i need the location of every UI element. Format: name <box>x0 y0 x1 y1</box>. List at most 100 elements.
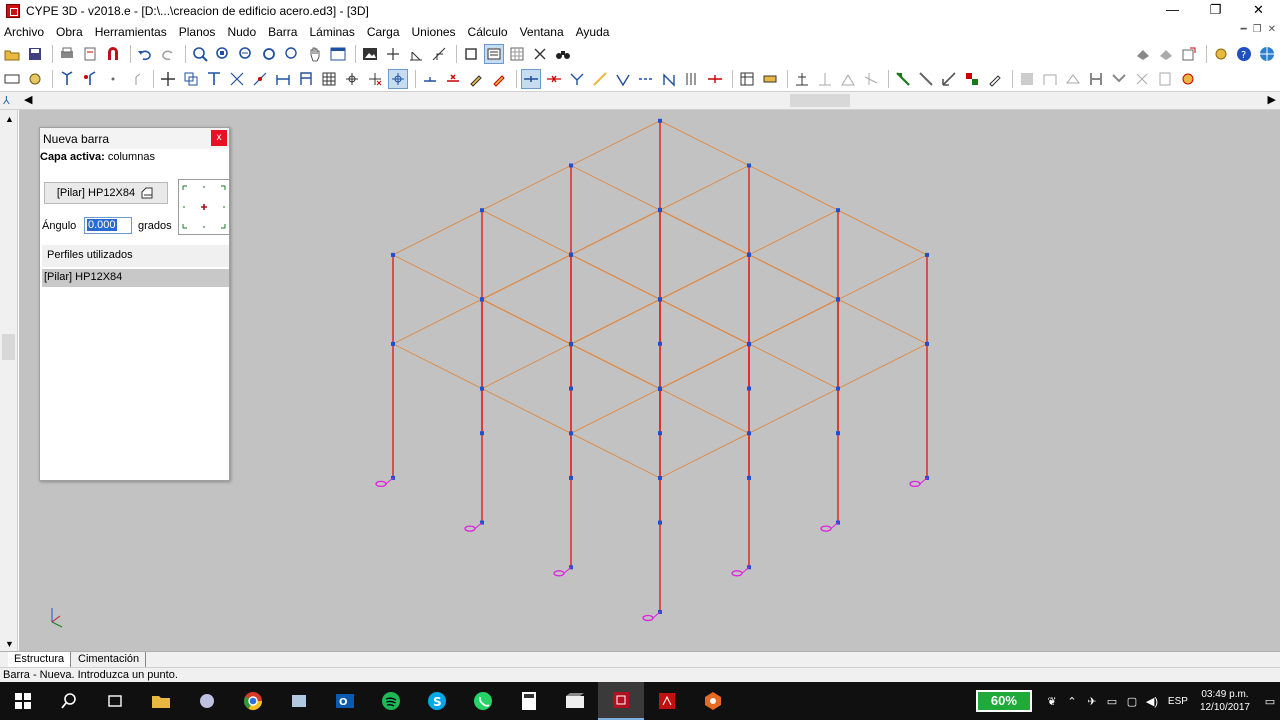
vertical-scrollbar[interactable]: ▲ ▼ <box>0 110 18 651</box>
menu-nudo[interactable]: Nudo <box>221 25 262 39</box>
menu-ventana[interactable]: Ventana <box>514 25 570 39</box>
zoom-all-icon[interactable] <box>213 44 233 64</box>
clock[interactable]: 03:49 p.m. 12/10/2017 <box>1200 688 1250 714</box>
keyboard-icon[interactable] <box>2 69 22 89</box>
node-select-icon[interactable] <box>342 69 362 89</box>
mdi-restore-icon[interactable]: ❐ <box>1253 24 1262 35</box>
node[interactable] <box>569 342 573 347</box>
buckling-alt-icon[interactable] <box>815 69 835 89</box>
refresh-icon[interactable] <box>259 44 279 64</box>
beam[interactable] <box>392 298 483 345</box>
pan-hand-icon[interactable] <box>305 44 325 64</box>
plane-icon[interactable] <box>406 44 426 64</box>
beam[interactable] <box>748 343 839 390</box>
scroll-down-icon[interactable]: ▼ <box>5 639 14 649</box>
axis-x[interactable] <box>51 621 63 628</box>
beam[interactable] <box>659 299 750 345</box>
bar-node-icon[interactable] <box>420 69 440 89</box>
mdi-close-icon[interactable]: ✕ <box>1268 24 1276 35</box>
profile-table-icon[interactable] <box>737 69 757 89</box>
scissors-icon[interactable] <box>530 44 550 64</box>
beam[interactable] <box>748 388 839 434</box>
bar-group-icon[interactable] <box>659 69 679 89</box>
node-edit-icon[interactable] <box>80 69 100 89</box>
node-settings-icon[interactable] <box>25 69 45 89</box>
beam[interactable] <box>837 209 928 256</box>
node[interactable] <box>480 431 484 436</box>
node[interactable] <box>658 297 662 302</box>
node[interactable] <box>569 252 573 257</box>
notifications-icon[interactable]: ▭ <box>1260 695 1280 708</box>
feather-icon[interactable]: ❦ <box>1042 695 1062 708</box>
movie-maker-icon[interactable] <box>552 682 598 720</box>
bar-describe-icon[interactable] <box>521 68 541 89</box>
beam[interactable] <box>748 299 839 345</box>
menu-archivo[interactable]: Archivo <box>0 25 50 39</box>
image-icon[interactable] <box>360 44 380 64</box>
autodesk-icon[interactable] <box>690 682 736 720</box>
beam[interactable] <box>481 254 572 301</box>
node[interactable] <box>480 386 484 391</box>
node[interactable] <box>391 341 395 346</box>
render-settings-icon[interactable] <box>1156 44 1176 64</box>
pencil-edit-icon[interactable] <box>489 69 509 89</box>
battery-indicator[interactable]: 60% <box>975 690 1032 712</box>
beam[interactable] <box>570 299 661 345</box>
node-move-icon[interactable] <box>126 69 146 89</box>
axis-y[interactable] <box>51 615 61 623</box>
frame-bars-icon[interactable] <box>296 69 316 89</box>
beam[interactable] <box>837 254 928 301</box>
windows-start-icon[interactable] <box>0 682 46 720</box>
axis-icon[interactable] <box>383 44 403 64</box>
beam[interactable] <box>570 432 661 479</box>
support-icon[interactable] <box>553 570 565 577</box>
volume-icon[interactable]: ◀) <box>1142 695 1162 708</box>
menu-ayuda[interactable]: Ayuda <box>570 25 616 39</box>
beam[interactable] <box>481 209 572 256</box>
node[interactable] <box>747 252 751 257</box>
zoom-window-icon[interactable] <box>190 44 210 64</box>
section-icon[interactable] <box>429 44 449 64</box>
node[interactable] <box>658 431 662 436</box>
bar-split-icon[interactable] <box>636 69 656 89</box>
battery-icon[interactable]: ▭ <box>1102 695 1122 708</box>
support-icon[interactable] <box>464 525 476 532</box>
beam[interactable] <box>481 343 572 390</box>
menu-herramientas[interactable]: Herramientas <box>89 25 173 39</box>
paint-icon[interactable] <box>184 682 230 720</box>
beam[interactable] <box>748 254 839 301</box>
beam[interactable] <box>392 254 483 301</box>
support-icon[interactable] <box>375 480 387 488</box>
help-icon[interactable]: ? <box>1234 44 1254 64</box>
menu-obra[interactable]: Obra <box>50 25 89 39</box>
network-warning-icon[interactable]: ✈ <box>1082 695 1102 708</box>
support-icon[interactable] <box>731 570 743 577</box>
node[interactable] <box>747 386 751 391</box>
skype-icon[interactable]: S <box>414 682 460 720</box>
menu-barra[interactable]: Barra <box>262 25 303 39</box>
beam[interactable] <box>659 343 750 390</box>
menu-planos[interactable]: Planos <box>173 25 222 39</box>
point-icon[interactable] <box>103 69 123 89</box>
task-view-icon[interactable] <box>92 682 138 720</box>
node[interactable] <box>925 341 929 346</box>
delete-bar-icon[interactable] <box>443 69 463 89</box>
joint-icon[interactable] <box>1178 69 1198 89</box>
mdi-minimize-icon[interactable]: ━ <box>1241 24 1247 35</box>
node[interactable] <box>658 118 662 123</box>
profile-assign-icon[interactable] <box>1017 69 1037 89</box>
truss-icon[interactable] <box>1063 69 1083 89</box>
outlook-icon[interactable]: O <box>322 682 368 720</box>
node[interactable] <box>836 431 840 436</box>
display-icon[interactable]: ▢ <box>1122 695 1142 708</box>
node[interactable] <box>658 341 662 346</box>
web-icon[interactable] <box>1257 44 1277 64</box>
lateral-buckling-icon[interactable] <box>838 69 858 89</box>
magnet-icon[interactable] <box>103 44 123 64</box>
grid-bars-icon[interactable] <box>319 69 339 89</box>
angle-input[interactable]: 0.000 <box>84 217 132 234</box>
scroll-up-icon[interactable]: ▲ <box>5 114 14 124</box>
view-window-icon[interactable] <box>328 44 348 64</box>
support-icon[interactable] <box>820 525 832 532</box>
print-icon[interactable] <box>57 44 77 64</box>
